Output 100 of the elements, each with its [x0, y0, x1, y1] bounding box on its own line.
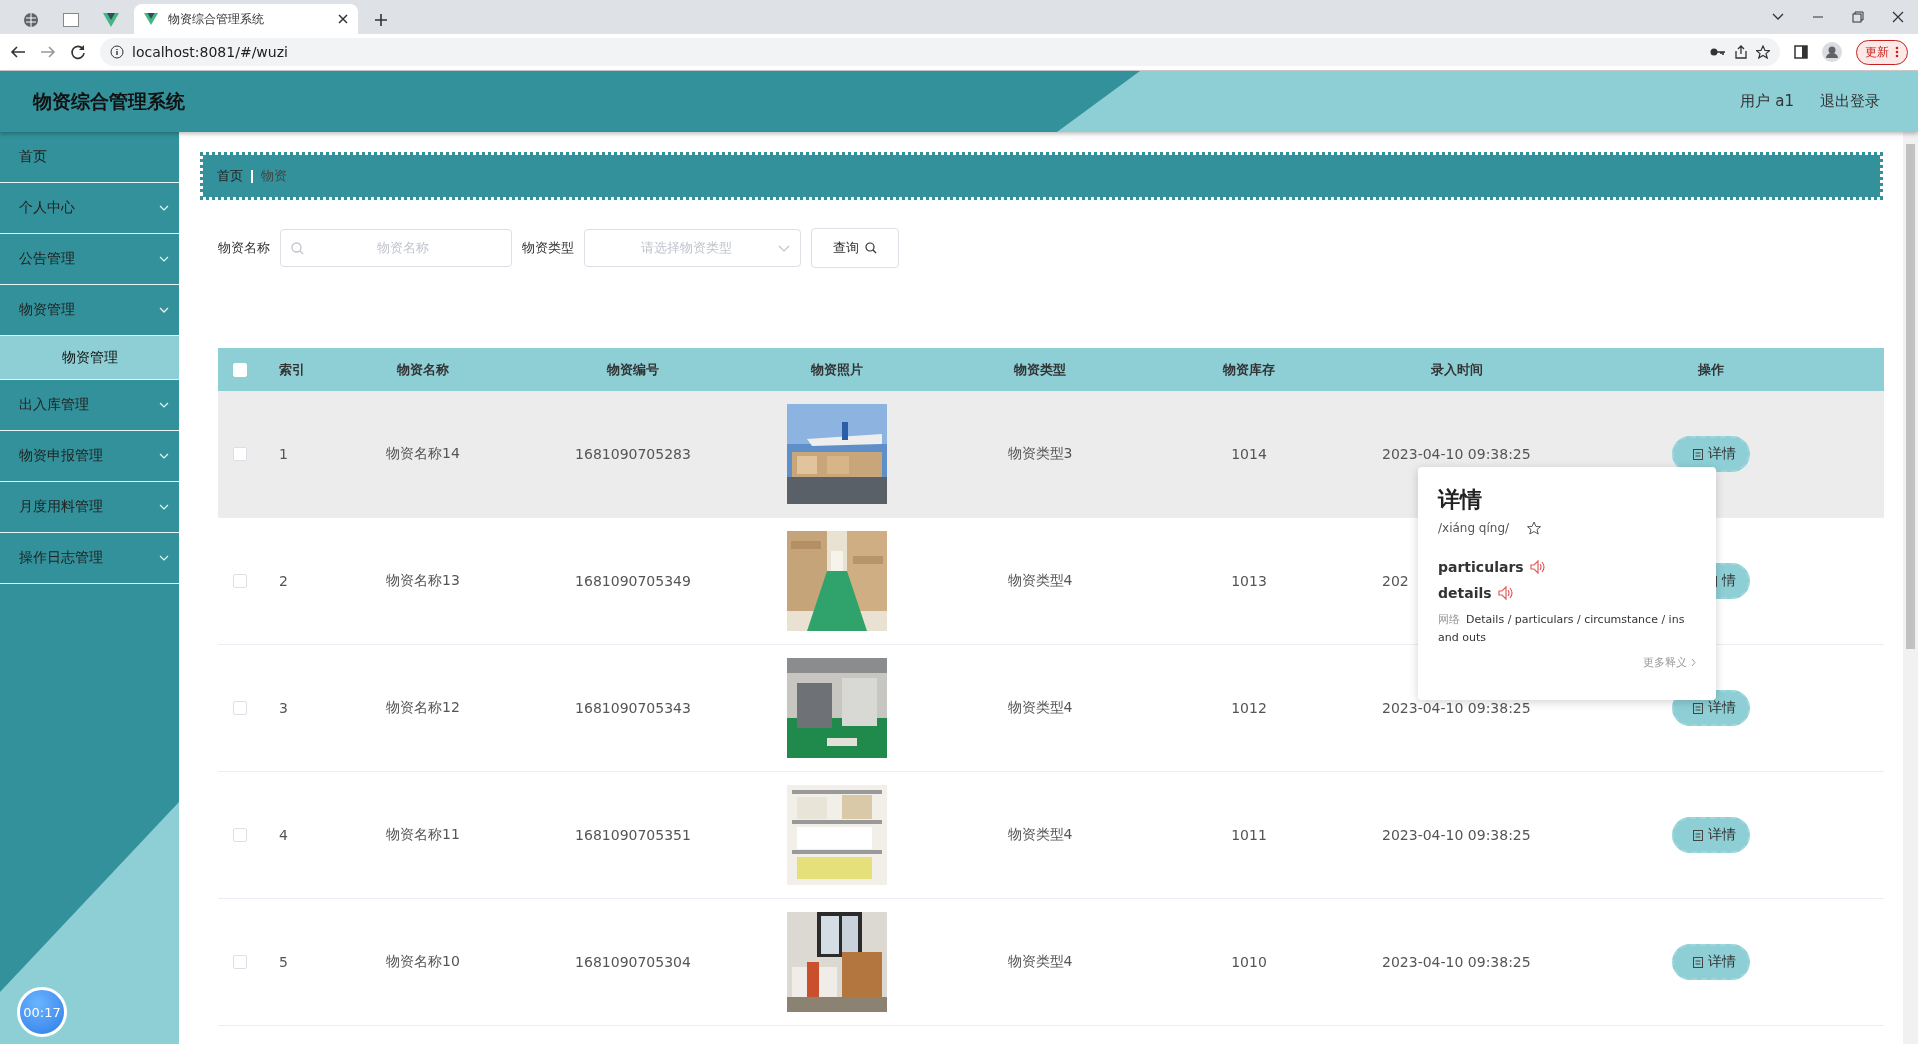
column-header: 物资类型: [1014, 361, 1066, 377]
v-logo-icon: [144, 13, 158, 25]
more-icon: [1895, 46, 1899, 58]
query-button[interactable]: 查询: [811, 228, 899, 268]
breadcrumb-link[interactable]: 首页: [217, 167, 243, 185]
sidebar-item[interactable]: 出入库管理: [0, 380, 179, 431]
table-cell: 物资类型4: [1007, 826, 1073, 842]
key-icon[interactable]: [1710, 47, 1726, 57]
scrollbar-thumb[interactable]: [1906, 144, 1915, 649]
breadcrumb-link[interactable]: 物资: [261, 167, 287, 185]
row-checkbox[interactable]: [233, 955, 247, 969]
table-cell: 物资类型4: [1007, 953, 1073, 969]
address-bar[interactable]: localhost:8081/#/wuzi: [100, 38, 1780, 66]
search-icon: [865, 242, 877, 254]
table-cell: 物资类型3: [1007, 445, 1073, 461]
table-cell: 2: [279, 573, 288, 589]
table-cell: 5: [279, 954, 288, 970]
speaker-icon[interactable]: [1529, 560, 1546, 574]
table-cell: 1681090705304: [575, 954, 691, 970]
column-header: 录入时间: [1431, 361, 1483, 377]
star-icon[interactable]: [1527, 521, 1542, 535]
app-title: 物资综合管理系统: [33, 88, 186, 114]
details-button[interactable]: 详情: [1672, 817, 1750, 853]
reload-icon[interactable]: [70, 44, 86, 60]
table-cell: 物资名称11: [386, 826, 460, 842]
chevron-down-icon: [159, 307, 169, 313]
user-label: 用户 a1: [1740, 92, 1794, 111]
logout-link[interactable]: 退出登录: [1820, 92, 1880, 111]
table-cell: 202: [1382, 573, 1409, 589]
column-header: 索引: [279, 361, 305, 377]
back-icon[interactable]: [10, 44, 26, 60]
table-cell: 1012: [1231, 700, 1267, 716]
row-checkbox[interactable]: [233, 574, 247, 588]
profile-icon[interactable]: [1822, 42, 1842, 62]
side-panel-icon[interactable]: [1794, 45, 1808, 59]
table-cell: 物资名称12: [386, 699, 460, 715]
info-icon[interactable]: [110, 45, 124, 59]
table-cell: 物资名称13: [386, 572, 460, 588]
document-icon: [1693, 829, 1703, 841]
chevron-down-icon: [159, 453, 169, 459]
plus-icon[interactable]: [374, 13, 388, 27]
table-cell: 1010: [1231, 954, 1267, 970]
field-label: 物资类型: [522, 239, 574, 257]
more-definitions-link[interactable]: 更多释义: [1643, 655, 1696, 670]
table-cell: 4: [279, 827, 288, 843]
sidebar-item[interactable]: 首页: [0, 132, 179, 183]
field-label: 物资名称: [218, 239, 270, 257]
table-cell: 1681090705283: [575, 446, 691, 462]
column-header: 物资照片: [811, 361, 863, 377]
pinyin-text: /xiáng qíng/: [1438, 521, 1510, 535]
table-cell: 2023-04-10 09:38:25: [1382, 446, 1531, 462]
chevron-down-icon: [159, 555, 169, 561]
chevron-down-icon: [778, 244, 790, 252]
speaker-icon[interactable]: [1497, 586, 1514, 600]
star-icon[interactable]: [1756, 45, 1770, 59]
row-checkbox[interactable]: [233, 447, 247, 461]
row-checkbox[interactable]: [233, 828, 247, 842]
browser-tab[interactable]: 物资综合管理系统: [134, 4, 358, 34]
table-cell: 1013: [1231, 573, 1267, 589]
forward-icon[interactable]: [40, 44, 56, 60]
close-icon[interactable]: [1892, 11, 1904, 23]
chevron-right-icon: [1691, 658, 1696, 667]
column-header: 物资库存: [1223, 361, 1275, 377]
document-icon: [1693, 956, 1703, 968]
table-cell: 物资类型4: [1007, 699, 1073, 715]
sidebar-item[interactable]: 公告管理: [0, 234, 179, 285]
share-icon[interactable]: [1734, 45, 1748, 59]
table-cell: 2023-04-10 09:38:25: [1382, 700, 1531, 716]
chevron-down-icon: [159, 504, 169, 510]
column-header: 操作: [1698, 361, 1724, 377]
details-button[interactable]: 详情: [1672, 944, 1750, 980]
chevron-down-icon: [159, 205, 169, 211]
table-cell: 1681090705349: [575, 573, 691, 589]
translation-text: details: [1438, 585, 1492, 601]
sidebar-item[interactable]: 物资申报管理: [0, 431, 179, 482]
dictionary-word: 详情: [1438, 486, 1483, 514]
translation-text: particulars: [1438, 559, 1524, 575]
globe-icon[interactable]: [23, 12, 39, 28]
document-icon: [1693, 702, 1703, 714]
table-cell: 3: [279, 700, 288, 716]
select-all-checkbox[interactable]: [233, 362, 247, 377]
sidebar-item[interactable]: 月度用料管理: [0, 482, 179, 533]
sidebar-item[interactable]: 个人中心: [0, 183, 179, 234]
page-icon[interactable]: [63, 13, 79, 27]
row-checkbox[interactable]: [233, 701, 247, 715]
sidebar-subitem[interactable]: 物资管理: [0, 336, 179, 380]
table-cell: 物资名称14: [386, 445, 460, 461]
search-icon: [291, 241, 304, 255]
chevron-down-icon[interactable]: [1772, 13, 1784, 21]
table-cell: 2023-04-10 09:38:25: [1382, 827, 1531, 843]
update-button[interactable]: 更新: [1856, 39, 1908, 65]
details-button[interactable]: 详情: [1672, 436, 1750, 472]
restore-icon[interactable]: [1852, 11, 1864, 23]
web-definition: 网络 Details / particulars / circumstance / ins and outs: [1438, 612, 1686, 646]
v-logo-icon[interactable]: [103, 13, 119, 27]
sidebar-item[interactable]: 操作日志管理: [0, 533, 179, 584]
close-icon[interactable]: [338, 14, 348, 24]
column-header: 物资编号: [607, 361, 659, 377]
document-icon: [1693, 448, 1703, 460]
table-cell: 物资类型4: [1007, 572, 1073, 588]
